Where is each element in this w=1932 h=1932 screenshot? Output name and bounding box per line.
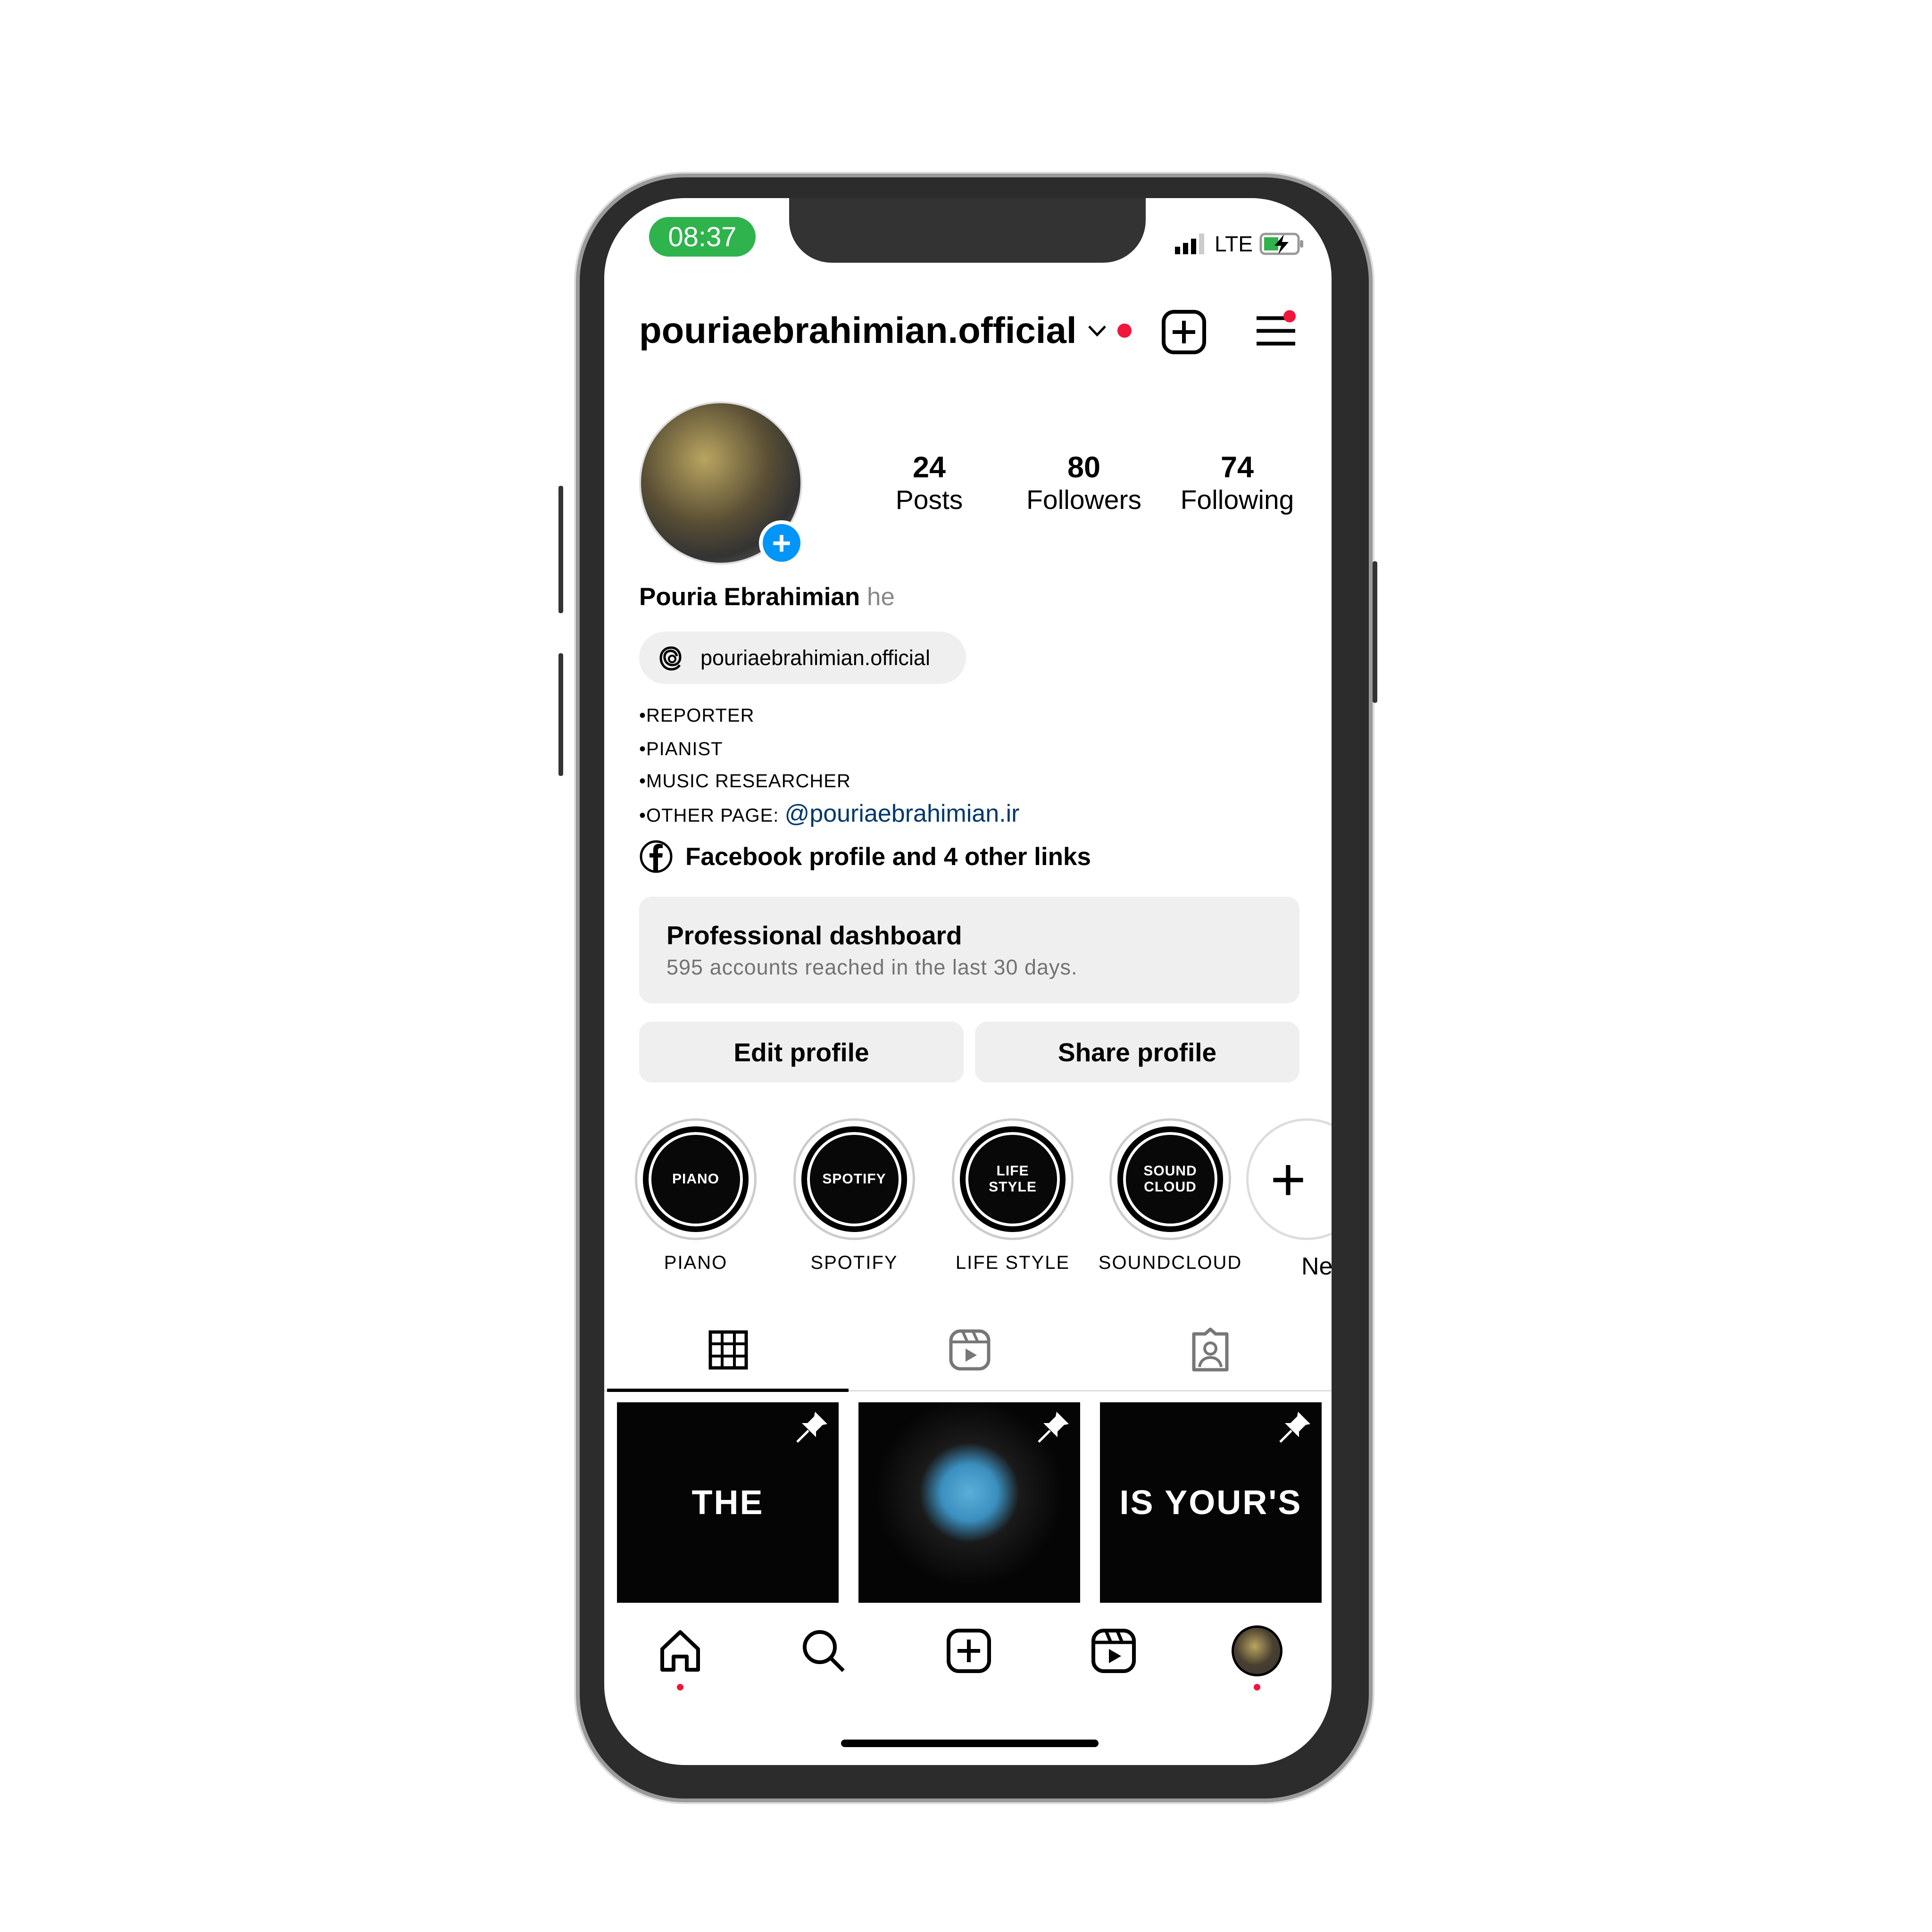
menu-button[interactable] [1255, 310, 1297, 355]
stat-label: Posts [895, 485, 963, 515]
dashboard-title: Professional dashboard [666, 921, 962, 950]
notch [789, 198, 1146, 263]
active-tab-indicator [607, 1389, 849, 1392]
search-icon[interactable] [801, 1628, 846, 1674]
battery-charging-icon [1259, 233, 1303, 255]
other-page-link[interactable]: @pouriaebrahimian.ir [785, 800, 1020, 827]
share-profile-button[interactable]: Share profile [975, 1022, 1299, 1083]
plus-square-icon[interactable] [1161, 309, 1207, 355]
pin-icon [796, 1412, 827, 1443]
stat-label: Followers [1026, 485, 1141, 515]
links-text: Facebook profile and 4 other links [685, 842, 1091, 871]
notification-dot [1254, 1684, 1260, 1690]
highlight-label: LIFE STYLE [955, 1252, 1070, 1273]
stat-value: 24 [912, 451, 946, 484]
reels-icon[interactable] [949, 1329, 991, 1371]
plus-icon: + [772, 525, 791, 561]
volume-up-button [558, 486, 563, 613]
new-highlight-button[interactable]: + [1246, 1118, 1332, 1240]
reels-icon[interactable] [1091, 1628, 1136, 1674]
home-icon[interactable] [658, 1628, 703, 1674]
bio-prefix: •OTHER PAGE: [639, 805, 785, 826]
links-button[interactable]: Facebook profile and 4 other links [639, 840, 1091, 874]
highlight-cover: LIFE STYLE [960, 1126, 1066, 1232]
notification-dot [1117, 323, 1132, 338]
pin-icon [1279, 1412, 1310, 1443]
signal-icon [1175, 233, 1204, 254]
tagged-icon[interactable] [1189, 1327, 1232, 1373]
dashboard-subtitle: 595 accounts reached in the last 30 days… [666, 955, 1078, 979]
stat-following[interactable]: 74 Following [1181, 450, 1294, 516]
highlight-label: New [1301, 1253, 1332, 1280]
screen: 08:37 LTE pouriaebrahimian.official + 24… [604, 198, 1332, 1765]
stat-label: Following [1180, 485, 1294, 515]
facebook-icon [640, 840, 673, 873]
bio-line: •OTHER PAGE: @pouriaebrahimian.ir [639, 799, 1019, 828]
pin-icon [1038, 1412, 1069, 1443]
notification-dot [677, 1684, 683, 1690]
highlight-label: SOUNDCLOUD [1098, 1252, 1242, 1273]
threads-handle: pouriaebrahimian.official [700, 645, 930, 670]
create-icon[interactable] [946, 1628, 991, 1674]
plus-icon: + [1270, 1145, 1306, 1214]
stat-followers[interactable]: 80 Followers [1026, 450, 1141, 516]
bio-line: •REPORTER [639, 705, 755, 726]
post-tile[interactable] [858, 1402, 1080, 1603]
highlight-spotify[interactable]: SPOTIFY [793, 1118, 915, 1240]
display-name: Pouria Ebrahimian he [639, 583, 895, 611]
post-tile[interactable]: IS YOUR'S [1100, 1402, 1322, 1603]
pronoun: he [867, 583, 895, 611]
network-label: LTE [1215, 232, 1253, 256]
post-tile[interactable]: THE [617, 1402, 839, 1603]
menu-icon [1257, 310, 1296, 346]
home-indicator[interactable] [841, 1740, 1099, 1747]
highlight-life-style[interactable]: LIFE STYLE [952, 1118, 1074, 1240]
volume-down-button [558, 653, 563, 776]
name-text: Pouria Ebrahimian [639, 583, 860, 611]
professional-dashboard[interactable]: Professional dashboard 595 accounts reac… [639, 897, 1299, 1003]
profile-tab-avatar[interactable] [1232, 1625, 1282, 1676]
highlight-cover: SPOTIFY [801, 1126, 907, 1232]
highlight-cover: SOUND CLOUD [1117, 1126, 1223, 1232]
power-button [1373, 561, 1377, 703]
add-story-button[interactable]: + [759, 520, 804, 566]
threads-link[interactable]: pouriaebrahimian.official [639, 632, 966, 684]
bio-line: •MUSIC RESEARCHER [639, 771, 851, 791]
account-switcher[interactable]: pouriaebrahimian.official [639, 309, 1132, 352]
stat-posts[interactable]: 24 Posts [896, 450, 963, 516]
bio-line: •PIANIST [639, 739, 723, 759]
highlight-label: PIANO [664, 1252, 728, 1273]
highlight-soundcloud[interactable]: SOUND CLOUD [1109, 1118, 1231, 1240]
highlight-piano[interactable]: PIANO [635, 1118, 757, 1240]
highlight-cover: PIANO [643, 1126, 749, 1232]
status-indicators: LTE [1175, 231, 1305, 257]
post-text: IS YOUR'S [1119, 1483, 1302, 1522]
grid-icon[interactable] [708, 1330, 748, 1370]
highlight-label: SPOTIFY [810, 1252, 898, 1273]
stat-value: 74 [1220, 451, 1254, 484]
edit-profile-button[interactable]: Edit profile [639, 1022, 964, 1083]
threads-icon [659, 646, 682, 671]
chevron-down-icon [1088, 325, 1106, 337]
post-text: THE [691, 1483, 764, 1522]
username: pouriaebrahimian.official [639, 309, 1077, 351]
status-time: 08:37 [649, 217, 756, 257]
stat-value: 80 [1067, 451, 1101, 484]
